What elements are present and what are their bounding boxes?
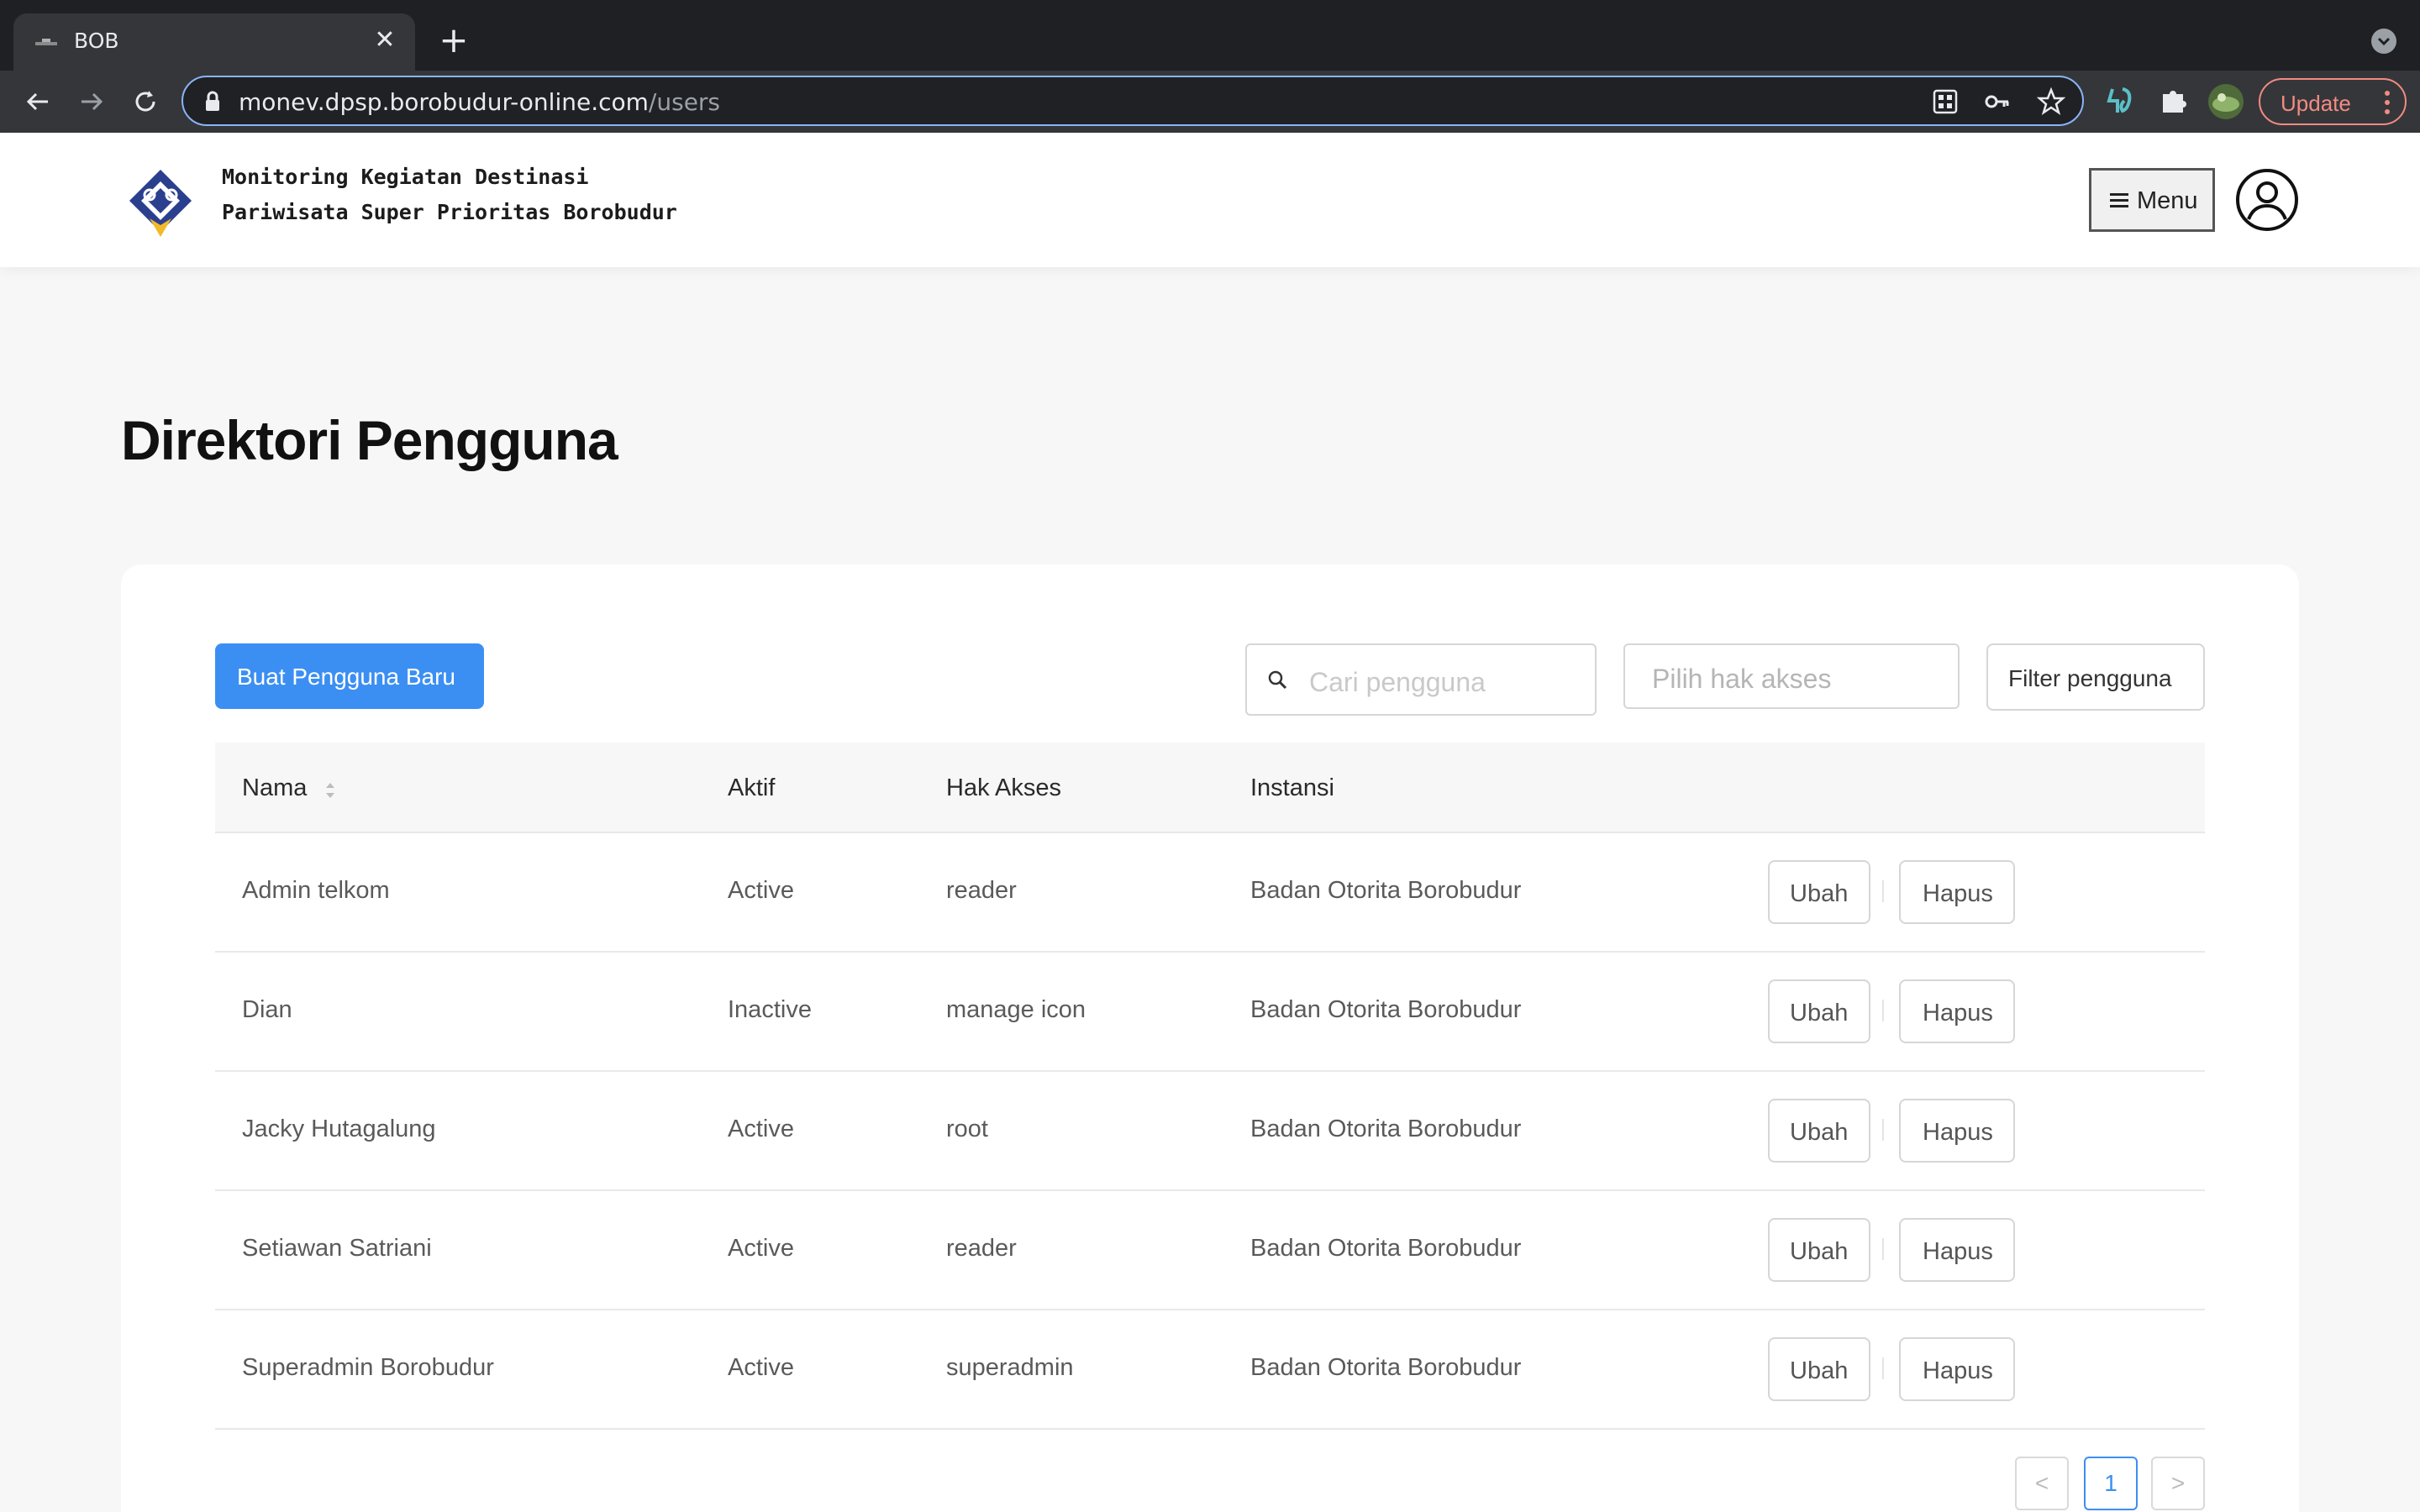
search-input[interactable]: Cari pengguna (1245, 643, 1597, 716)
table-row: Dian Inactive manage icon Badan Otorita … (215, 953, 2205, 1072)
forward-icon (82, 92, 103, 111)
edit-button[interactable]: Ubah (1768, 1099, 1870, 1163)
cell-aktif: Active (728, 1235, 794, 1262)
forward-button[interactable] (71, 81, 113, 123)
cell-aktif: Active (728, 877, 794, 904)
action-divider (1882, 1000, 1884, 1021)
action-divider (1882, 1238, 1884, 1260)
delete-button[interactable]: Hapus (1899, 979, 2015, 1043)
table-row: Jacky Hutagalung Active root Badan Otori… (215, 1072, 2205, 1191)
site-title-line-1: Monitoring Kegiatan Destinasi (222, 165, 589, 189)
cell-nama: Admin telkom (242, 877, 390, 904)
reload-icon (135, 91, 155, 112)
edit-button[interactable]: Ubah (1768, 979, 1870, 1043)
borobudur-logo-icon[interactable] (124, 166, 197, 239)
cell-instansi: Badan Otorita Borobudur (1250, 996, 1522, 1023)
tab-search-icon[interactable] (2371, 29, 2396, 54)
edit-button[interactable]: Ubah (1768, 1337, 1870, 1401)
column-header-instansi: Instansi (1250, 774, 1334, 801)
delete-button[interactable]: Hapus (1899, 1337, 2015, 1401)
sort-icon[interactable] (323, 778, 338, 803)
pagination-next-button[interactable]: > (2151, 1457, 2205, 1510)
pagination-page-1[interactable]: 1 (2084, 1457, 2138, 1510)
hamburger-icon (2110, 193, 2128, 207)
menu-button[interactable]: Menu (2089, 168, 2215, 232)
user-account-icon[interactable] (2235, 168, 2299, 232)
site-title-line-2: Pariwisata Super Prioritas Borobudur (222, 200, 677, 224)
extension-icon[interactable] (2101, 82, 2139, 121)
reload-button[interactable] (124, 81, 166, 123)
qr-code-icon[interactable] (1931, 87, 1960, 116)
cell-aktif: Active (728, 1354, 794, 1381)
cell-nama: Jacky Hutagalung (242, 1116, 436, 1142)
table-row: Admin telkom Active reader Badan Otorita… (215, 833, 2205, 953)
key-icon[interactable] (1983, 87, 2012, 116)
cell-aktif: Active (728, 1116, 794, 1142)
lock-icon[interactable] (203, 91, 222, 113)
edit-button[interactable]: Ubah (1768, 1218, 1870, 1282)
star-icon[interactable] (2037, 87, 2065, 116)
cell-instansi: Badan Otorita Borobudur (1250, 1116, 1522, 1142)
cell-hak-akses: reader (946, 877, 1017, 904)
delete-button[interactable]: Hapus (1899, 1218, 2015, 1282)
back-button[interactable] (17, 81, 59, 123)
cell-nama: Superadmin Borobudur (242, 1354, 494, 1381)
column-header-hak-akses: Hak Akses (946, 774, 1061, 801)
browser-tab-strip: BOB ✕ + (0, 0, 2420, 71)
pagination-prev-button[interactable]: < (2015, 1457, 2069, 1510)
close-tab-icon[interactable]: ✕ (370, 25, 400, 55)
profile-avatar-icon[interactable] (2207, 82, 2245, 121)
table-row: Setiawan Satriani Active reader Badan Ot… (215, 1191, 2205, 1310)
action-divider (1882, 880, 1884, 902)
cell-hak-akses: superadmin (946, 1354, 1074, 1381)
url-text[interactable]: monev.dpsp.borobudur-online.com/users (239, 88, 720, 116)
search-placeholder: Cari pengguna (1309, 667, 1486, 697)
cell-nama: Dian (242, 996, 292, 1023)
cell-instansi: Badan Otorita Borobudur (1250, 1235, 1522, 1262)
delete-button[interactable]: Hapus (1899, 1099, 2015, 1163)
role-select-placeholder: Pilih hak akses (1652, 664, 1832, 694)
action-divider (1882, 1357, 1884, 1379)
cell-nama: Setiawan Satriani (242, 1235, 432, 1262)
cell-instansi: Badan Otorita Borobudur (1250, 1354, 1522, 1381)
more-vert-icon (2385, 91, 2390, 114)
edit-button[interactable]: Ubah (1768, 860, 1870, 924)
search-icon (1268, 670, 1287, 690)
cell-aktif: Inactive (728, 996, 812, 1023)
page-title: Direktori Pengguna (121, 409, 618, 471)
filter-users-button[interactable]: Filter pengguna (1986, 643, 2205, 711)
cell-instansi: Badan Otorita Borobudur (1250, 877, 1522, 904)
delete-button[interactable]: Hapus (1899, 860, 2015, 924)
access-role-select[interactable]: Pilih hak akses (1623, 643, 1960, 709)
puzzle-icon[interactable] (2154, 82, 2193, 121)
create-user-button[interactable]: Buat Pengguna Baru (215, 643, 484, 709)
address-bar[interactable]: monev.dpsp.borobudur-online.com/users (182, 76, 2084, 126)
cell-hak-akses: manage icon (946, 996, 1086, 1023)
tab-title: BOB (74, 29, 119, 53)
table-header: Nama Aktif Hak Akses Instansi (215, 743, 2205, 833)
users-table: Nama Aktif Hak Akses Instansi Admin telk… (215, 743, 2205, 1430)
column-header-aktif: Aktif (728, 774, 776, 801)
column-header-nama[interactable]: Nama (242, 774, 307, 802)
browser-tab[interactable]: BOB ✕ (13, 13, 415, 71)
browser-toolbar: monev.dpsp.borobudur-online.com/users Up… (0, 71, 2420, 133)
table-row: Superadmin Borobudur Active superadmin B… (215, 1310, 2205, 1430)
back-icon (26, 92, 48, 111)
site-favicon-icon (35, 39, 57, 45)
new-tab-button[interactable]: + (437, 23, 471, 58)
site-header: Monitoring Kegiatan Destinasi Pariwisata… (0, 133, 2420, 267)
action-divider (1882, 1119, 1884, 1141)
update-button[interactable]: Update (2259, 78, 2407, 125)
cell-hak-akses: root (946, 1116, 988, 1142)
cell-hak-akses: reader (946, 1235, 1017, 1262)
